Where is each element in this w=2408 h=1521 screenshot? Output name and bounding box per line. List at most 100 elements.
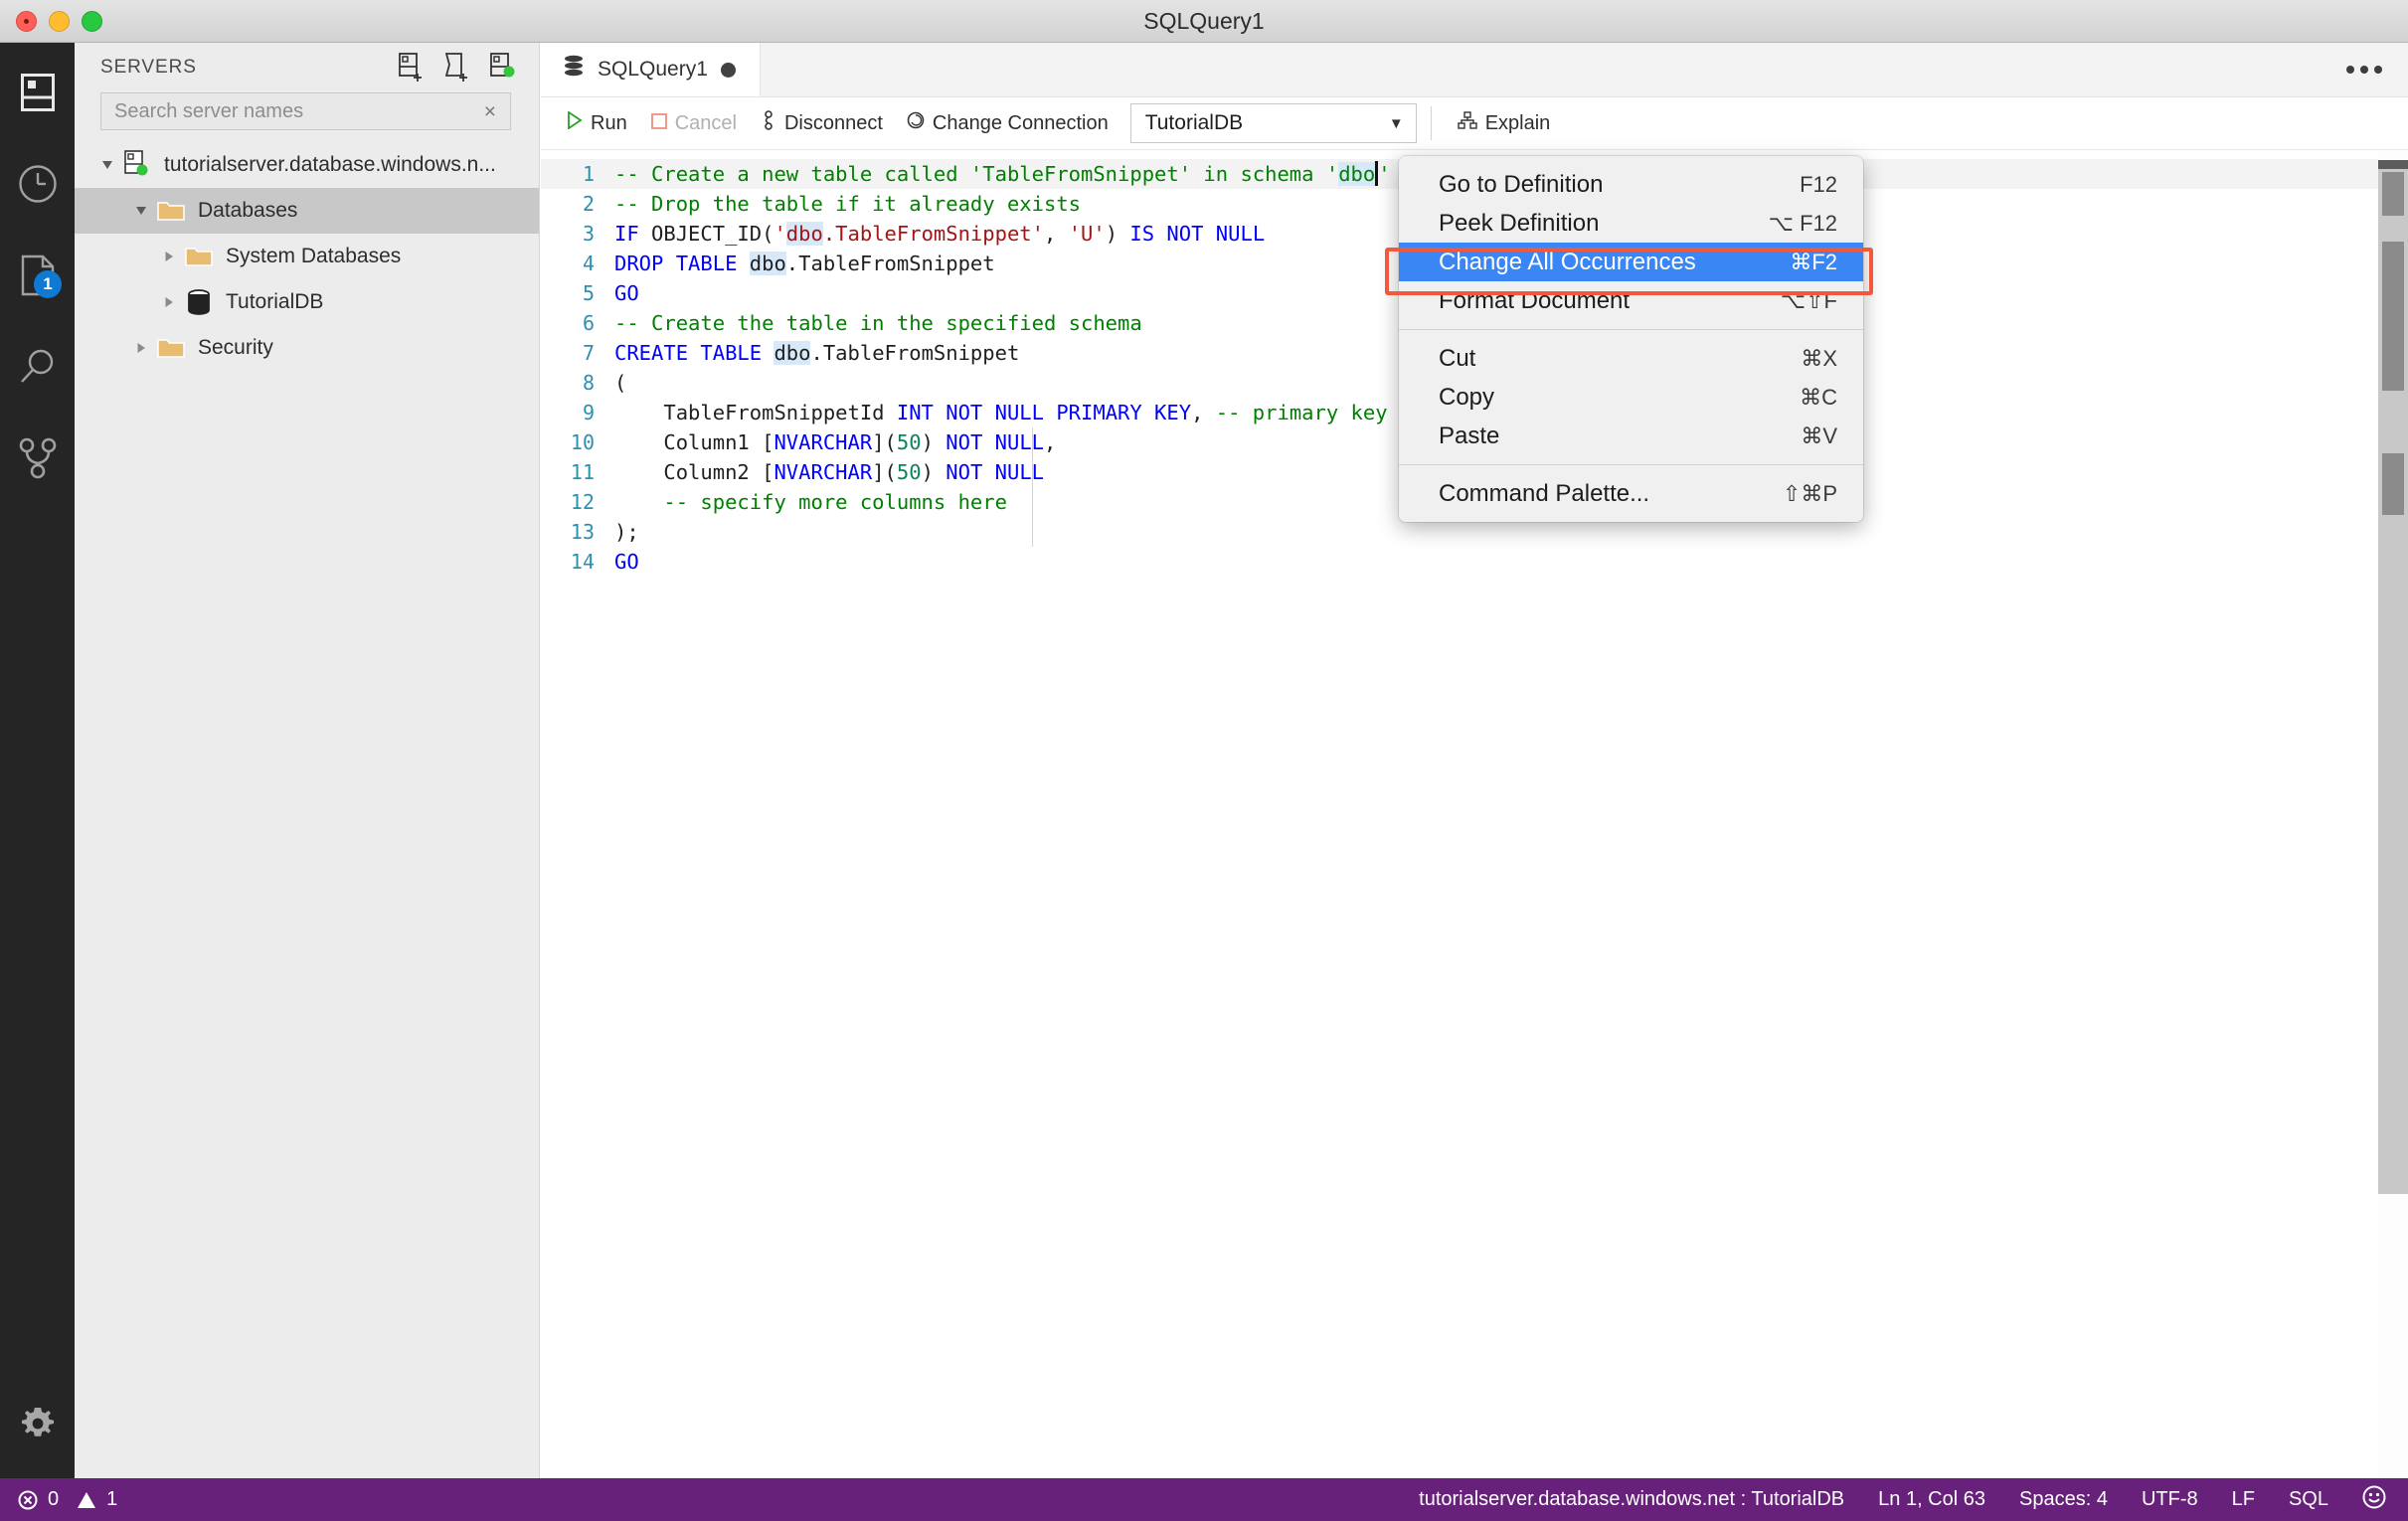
warning-count: 1 <box>106 1488 118 1510</box>
queries-badge: 1 <box>34 270 62 298</box>
tab-sqlquery1[interactable]: SQLQuery1 <box>541 43 761 96</box>
menu-separator <box>1399 329 1863 330</box>
database-icon <box>563 55 585 84</box>
code-token: GO <box>614 550 639 574</box>
code-line[interactable]: 14 GO <box>541 547 2408 577</box>
app-window: SQLQuery1 1 SERVERS Search server names … <box>0 0 2408 1521</box>
code-token: NVARCHAR <box>774 430 873 454</box>
activity-item-servers[interactable] <box>0 55 75 129</box>
menu-item[interactable]: Copy ⌘C <box>1399 378 1863 417</box>
tab-bar: SQLQuery1 <box>541 43 2408 97</box>
tree-item-tutorialdb[interactable]: TutorialDB <box>75 279 539 325</box>
run-button[interactable]: Run <box>555 103 639 143</box>
menu-item-shortcut: F12 <box>1800 171 1837 197</box>
line-number: 2 <box>582 192 595 216</box>
menu-item[interactable]: Change All Occurrences ⌘F2 <box>1399 243 1863 281</box>
activity-item-manage[interactable] <box>0 1386 75 1460</box>
menu-item[interactable]: Format Document ⌥⇧F <box>1399 281 1863 320</box>
search-input[interactable]: Search server names × <box>100 92 511 130</box>
status-indentation[interactable]: Spaces: 4 <box>2019 1488 2108 1511</box>
tree-item-system-databases[interactable]: System Databases <box>75 234 539 279</box>
line-number: 14 <box>570 550 595 574</box>
code-token: ' <box>774 222 786 246</box>
scrollbar-track[interactable] <box>2378 160 2408 1194</box>
menu-item-label: Copy <box>1439 383 1495 411</box>
active-connections-icon[interactable] <box>489 53 517 82</box>
twisty-expanded-icon[interactable] <box>94 158 120 172</box>
code-token: .TableFromSnippet <box>785 252 995 275</box>
twisty-collapsed-icon[interactable] <box>156 295 182 309</box>
activity-item-queries[interactable]: 1 <box>0 238 75 312</box>
query-toolbar: Run Cancel Disconnect Change Connection <box>541 97 2408 150</box>
overview-mark <box>2382 453 2404 515</box>
line-number: 3 <box>582 222 595 246</box>
add-server-group-icon[interactable] <box>443 53 471 82</box>
explain-button[interactable]: Explain <box>1446 103 1563 143</box>
smiley-icon[interactable] <box>2362 1485 2386 1515</box>
status-eol[interactable]: LF <box>2232 1488 2255 1511</box>
status-problems[interactable]: 0 1 <box>0 1488 117 1511</box>
clear-search-icon[interactable]: × <box>480 101 500 122</box>
menu-item-label: Cut <box>1439 344 1476 372</box>
server-icon <box>120 150 154 180</box>
menu-item-shortcut: ⌘F2 <box>1790 249 1837 274</box>
editor-context-menu[interactable]: Go to Definition F12 Peek Definition ⌥ F12 C… <box>1399 156 1863 522</box>
menu-item-shortcut: ⌥⇧F <box>1780 287 1837 313</box>
status-cursor-position[interactable]: Ln 1, Col 63 <box>1878 1488 1985 1511</box>
editor-actions-overflow[interactable] <box>2346 43 2382 96</box>
disconnect-button[interactable]: Disconnect <box>749 103 895 143</box>
overview-mark <box>2382 172 2404 216</box>
menu-separator <box>1399 464 1863 465</box>
error-icon <box>18 1490 38 1510</box>
code-token: .TableFromSnippet <box>810 341 1020 365</box>
line-number: 5 <box>582 281 595 305</box>
code-token: IF <box>614 222 639 246</box>
twisty-collapsed-icon[interactable] <box>156 250 182 263</box>
tree-item-security[interactable]: Security <box>75 325 539 371</box>
activity-item-search[interactable] <box>0 329 75 404</box>
line-number: 6 <box>582 311 595 335</box>
tree-item-server[interactable]: tutorialserver.database.windows.n... <box>75 142 539 188</box>
disconnect-icon <box>761 110 776 136</box>
more-icon <box>2360 66 2368 74</box>
status-language[interactable]: SQL <box>2289 1488 2328 1511</box>
code-token: 50 <box>896 460 922 484</box>
tree-item-label: tutorialserver.database.windows.n... <box>164 153 496 176</box>
tree-item-databases[interactable]: Databases <box>75 188 539 234</box>
menu-item[interactable]: Paste ⌘V <box>1399 417 1863 455</box>
menu-item[interactable]: Cut ⌘X <box>1399 339 1863 378</box>
search-wrap: Search server names × <box>75 92 539 130</box>
database-select[interactable]: TutorialDB ▼ <box>1129 103 1417 143</box>
folder-icon <box>154 336 188 360</box>
code-token: NOT NULL <box>946 430 1045 454</box>
editor-overview-ruler[interactable] <box>2378 151 2408 1478</box>
tab-dirty-indicator[interactable] <box>720 62 736 78</box>
code-token: dbo <box>774 341 811 365</box>
code-token: -- Create a new table called 'TableFromS… <box>614 162 1339 186</box>
cancel-button[interactable]: Cancel <box>639 103 749 143</box>
twisty-collapsed-icon[interactable] <box>128 341 154 355</box>
code-token: CREATE TABLE <box>614 341 763 365</box>
status-connection[interactable]: tutorialserver.database.windows.net : Tu… <box>1419 1488 1844 1511</box>
servers-icon <box>20 73 55 111</box>
indent-guide <box>1032 427 1033 547</box>
status-bar: 0 1 tutorialserver.database.windows.net … <box>0 1478 2408 1521</box>
code-token: DROP TABLE <box>614 252 738 275</box>
sidebar-header: SERVERS <box>75 43 539 92</box>
gear-icon <box>19 1405 57 1442</box>
line-number: 4 <box>582 252 595 275</box>
change-connection-button[interactable]: Change Connection <box>895 103 1120 143</box>
menu-item[interactable]: Go to Definition F12 <box>1399 165 1863 204</box>
line-number: 8 <box>582 371 595 395</box>
more-icon <box>2374 66 2382 74</box>
folder-icon <box>154 199 188 223</box>
menu-item[interactable]: Command Palette... ⇧⌘P <box>1399 474 1863 513</box>
status-encoding[interactable]: UTF-8 <box>2142 1488 2198 1511</box>
activity-item-source-control[interactable] <box>0 421 75 495</box>
activity-item-history[interactable] <box>0 146 75 221</box>
line-number: 10 <box>570 430 595 454</box>
twisty-expanded-icon[interactable] <box>128 204 154 218</box>
add-connection-icon[interactable] <box>398 53 426 82</box>
menu-item[interactable]: Peek Definition ⌥ F12 <box>1399 204 1863 243</box>
